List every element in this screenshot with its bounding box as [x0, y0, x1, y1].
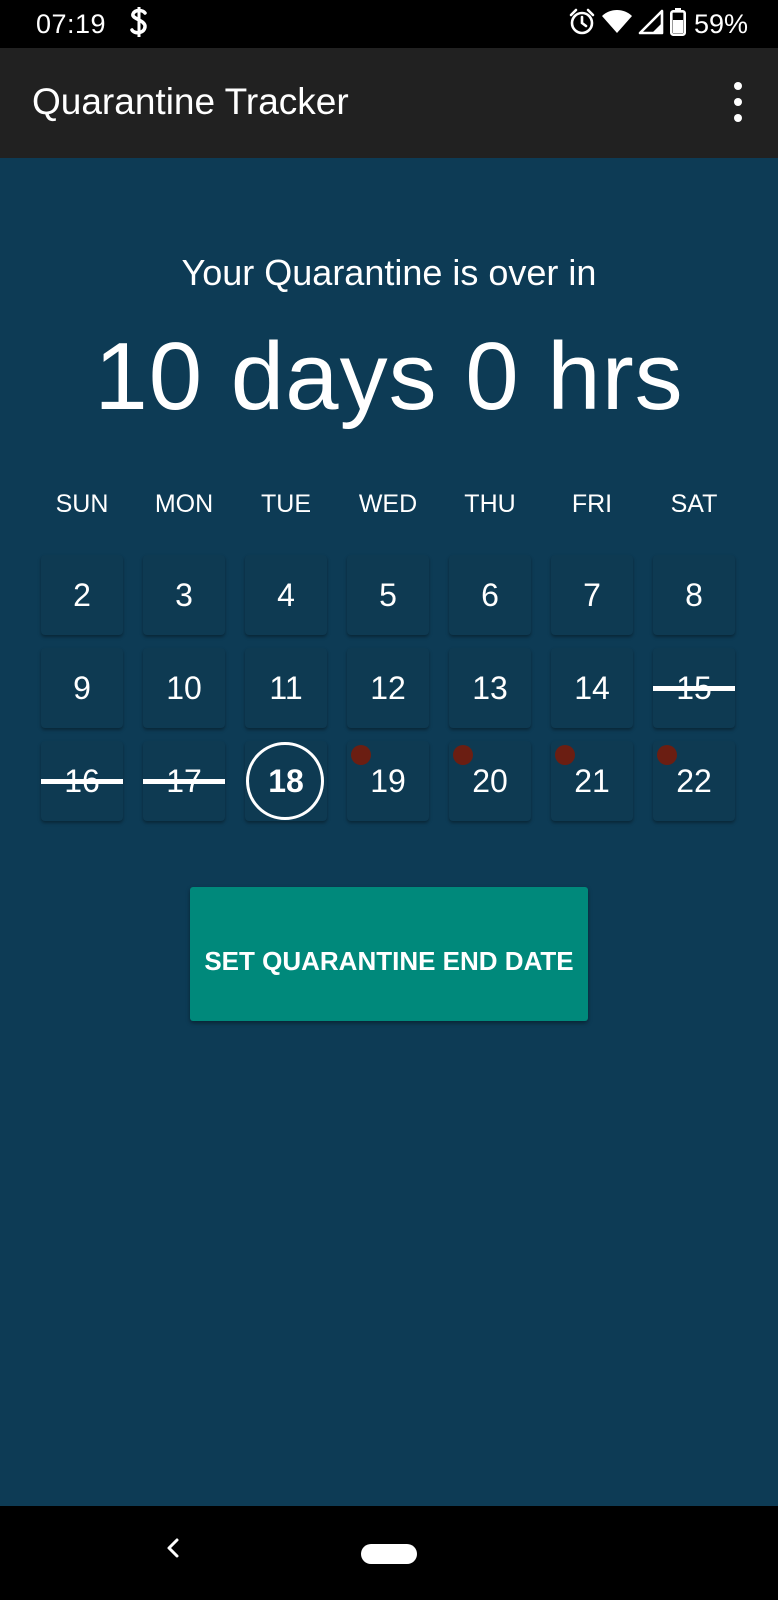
- calendar-day[interactable]: 13: [449, 648, 531, 728]
- app-title: Quarantine Tracker: [32, 81, 349, 122]
- calendar-day[interactable]: 8: [653, 555, 735, 635]
- calendar-day-number: 4: [277, 576, 295, 613]
- weekday-sat: SAT: [670, 490, 718, 518]
- calendar-day-number: 20: [472, 762, 508, 799]
- app-bar: Quarantine Tracker: [0, 48, 778, 158]
- wifi-icon: [601, 9, 632, 40]
- calendar-day-number: 3: [175, 576, 193, 613]
- calendar-day-number: 13: [472, 669, 508, 706]
- calendar-day[interactable]: 5: [347, 555, 429, 635]
- calendar-day-number: 6: [481, 576, 499, 613]
- calendar-day[interactable]: 10: [143, 648, 225, 728]
- calendar-day-number: 19: [370, 762, 406, 799]
- status-time: 07:19: [36, 9, 107, 39]
- calendar-day[interactable]: 19: [347, 741, 429, 821]
- strikethrough-line: [41, 779, 123, 784]
- set-end-date-button[interactable]: SET QUARANTINE END DATE: [190, 887, 588, 1021]
- calendar-day[interactable]: 11: [245, 648, 327, 728]
- quarantine-day-dot: [351, 745, 371, 765]
- calendar-day[interactable]: 14: [551, 648, 633, 728]
- weekday-mon: MON: [154, 490, 214, 518]
- home-pill-icon[interactable]: [361, 1544, 417, 1564]
- strikethrough-line: [653, 686, 735, 691]
- weekday-sun: SUN: [55, 490, 109, 518]
- calendar-day-number: 7: [583, 576, 601, 613]
- calendar-day-number: 10: [166, 669, 202, 706]
- calendar-day-number: 11: [269, 669, 303, 706]
- weekday-header: SUN MON TUE WED THU FRI SAT: [31, 490, 745, 519]
- calendar-day-number: 2: [73, 576, 91, 613]
- calendar-day[interactable]: 18: [245, 741, 327, 821]
- calendar-day[interactable]: 17: [143, 741, 225, 821]
- calendar-day-number: 5: [379, 576, 397, 613]
- back-chevron-icon[interactable]: [158, 1528, 188, 1568]
- today-indicator-ring: [246, 742, 324, 820]
- s-icon: [128, 6, 150, 46]
- calendar-day-number: 12: [370, 669, 406, 706]
- calendar-day[interactable]: 15: [653, 648, 735, 728]
- calendar-day-number: 8: [685, 576, 703, 613]
- weekday-fri: FRI: [571, 490, 613, 518]
- weekday-tue: TUE: [261, 490, 311, 518]
- overflow-menu-icon[interactable]: [726, 82, 750, 122]
- calendar-day[interactable]: 16: [41, 741, 123, 821]
- calendar-day-number: 9: [73, 669, 91, 706]
- calendar-day[interactable]: 7: [551, 555, 633, 635]
- weekday-wed: WED: [358, 490, 418, 518]
- quarantine-day-dot: [555, 745, 575, 765]
- calendar-day[interactable]: 9: [41, 648, 123, 728]
- calendar-day[interactable]: 12: [347, 648, 429, 728]
- calendar-day[interactable]: 3: [143, 555, 225, 635]
- countdown-value: 10 days 0 hrs: [94, 323, 684, 430]
- set-end-date-button-label: SET QUARANTINE END DATE: [204, 945, 574, 976]
- strikethrough-line: [143, 779, 225, 784]
- countdown-subtitle: Your Quarantine is over in: [181, 252, 597, 293]
- battery-percent: 59%: [693, 8, 748, 39]
- quarantine-day-dot: [453, 745, 473, 765]
- battery-icon: [669, 7, 686, 41]
- weekday-thu: THU: [464, 490, 516, 518]
- screen: 07:19 59% Quarantine Tracker Your Quaran…: [0, 0, 778, 1600]
- calendar-day[interactable]: 4: [245, 555, 327, 635]
- calendar-day[interactable]: 22: [653, 741, 735, 821]
- status-icons: 59%: [568, 7, 748, 41]
- calendar-day[interactable]: 20: [449, 741, 531, 821]
- signal-icon: [638, 9, 664, 40]
- calendar-day[interactable]: 21: [551, 741, 633, 821]
- calendar-day-number: 22: [676, 762, 712, 799]
- calendar-day-number: 21: [574, 762, 610, 799]
- calendar-grid: 2 3 4 5 6 7 8 9 10 11 12 13 14 15 16 17 18 19 20 21 22: [41, 555, 735, 821]
- status-bar: 07:19 59%: [0, 0, 778, 48]
- alarm-icon: [568, 8, 596, 41]
- calendar-day[interactable]: 6: [449, 555, 531, 635]
- quarantine-day-dot: [657, 745, 677, 765]
- calendar-day[interactable]: 2: [41, 555, 123, 635]
- navigation-bar: [0, 1506, 778, 1600]
- calendar-day-number: 14: [574, 669, 610, 706]
